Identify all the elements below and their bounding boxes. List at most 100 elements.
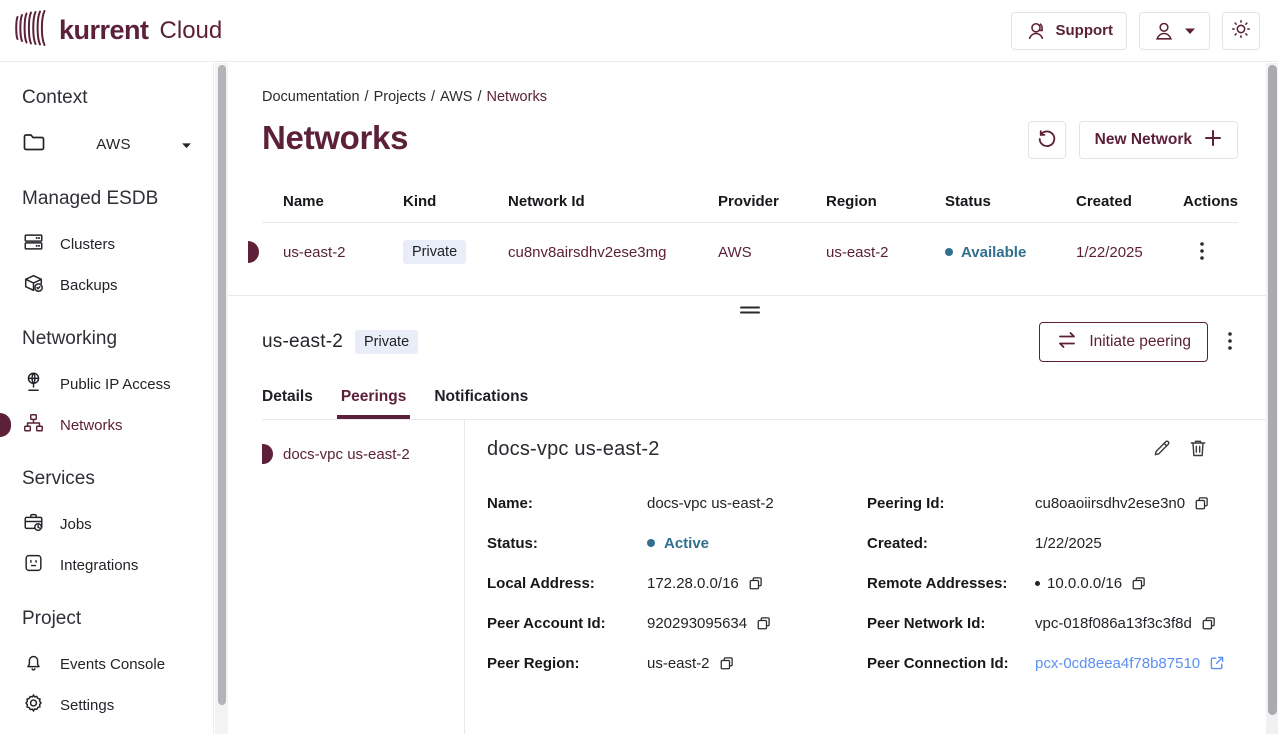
pencil-icon [1152, 446, 1172, 461]
peering-detail: docs-vpc us-east-2 [465, 420, 1238, 734]
field-label: Peer Region: [487, 643, 647, 683]
managed-esdb-section-title: Managed ESDB [22, 188, 213, 210]
row-name: us-east-2 [283, 244, 403, 261]
project-section-title: Project [22, 608, 213, 630]
selected-row-indicator [248, 241, 259, 263]
selected-peering-indicator [262, 444, 273, 464]
field-value-status: Active [664, 535, 709, 552]
copy-icon[interactable] [756, 616, 771, 631]
sidebar-item-integrations[interactable]: Integrations [22, 553, 213, 577]
breadcrumb-item[interactable]: AWS [440, 89, 473, 105]
panel-resize-handle[interactable] [262, 304, 1238, 316]
clusters-icon [22, 231, 45, 257]
new-network-button[interactable]: New Network [1079, 121, 1238, 159]
detail-title: us-east-2 [262, 331, 343, 353]
context-value: AWS [46, 136, 181, 153]
context-selector[interactable]: AWS [22, 131, 192, 158]
breadcrumb-item[interactable]: Documentation [262, 89, 360, 105]
peer-connection-link[interactable]: pcx-0cd8eea4f78b87510 [1035, 655, 1200, 672]
main-content: Documentation/Projects/AWS/Networks Netw… [228, 63, 1266, 734]
peering-list-item[interactable]: docs-vpc us-east-2 [262, 444, 464, 464]
col-actions: Actions [1183, 193, 1266, 210]
support-label: Support [1056, 22, 1114, 39]
sidebar-item-backups[interactable]: Backups [22, 273, 213, 297]
external-link-icon[interactable] [1209, 655, 1225, 671]
delete-peering-button[interactable] [1188, 438, 1208, 461]
refresh-button[interactable] [1028, 121, 1066, 159]
col-network-id: Network Id [508, 193, 718, 210]
row-network-id: cu8nv8airsdhv2ese3mg [508, 244, 718, 261]
networks-table: Name Kind Network Id Provider Region Sta… [262, 181, 1238, 281]
brand-logo[interactable]: kurrent Cloud [14, 9, 222, 52]
col-provider: Provider [718, 193, 826, 210]
integrations-icon [22, 552, 45, 578]
row-provider: AWS [718, 244, 826, 261]
sidebar-item-label: Settings [60, 697, 114, 714]
kebab-icon [1200, 248, 1204, 263]
tab-details[interactable]: Details [262, 388, 313, 419]
copy-icon[interactable] [1194, 496, 1209, 511]
row-actions-menu-button[interactable] [1194, 238, 1210, 267]
table-row[interactable]: us-east-2 Private cu8nv8airsdhv2ese3mg A… [262, 223, 1238, 281]
field-value-peering-id: cu8oaoiirsdhv2ese3n0 [1035, 495, 1185, 512]
user-icon [1153, 20, 1175, 42]
panel-divider [228, 295, 1266, 296]
page-title: Networks [262, 119, 408, 157]
breadcrumb: Documentation/Projects/AWS/Networks [262, 89, 1238, 105]
sidebar-item-networks[interactable]: Networks [22, 413, 213, 437]
headset-icon [1025, 20, 1047, 42]
breadcrumb-item[interactable]: Projects [374, 89, 426, 105]
initiate-peering-button[interactable]: Initiate peering [1039, 322, 1208, 362]
breadcrumb-current: Networks [487, 89, 547, 105]
sidebar-scrollbar[interactable] [215, 63, 228, 734]
status-text: Available [961, 244, 1026, 261]
sidebar-item-public-ip-access[interactable]: Public IP Access [22, 372, 213, 396]
services-section-title: Services [22, 468, 213, 490]
col-created: Created [1076, 193, 1183, 210]
detail-tabs: Details Peerings Notifications [262, 388, 1266, 420]
theme-toggle-button[interactable] [1222, 12, 1260, 50]
status-dot [945, 248, 953, 256]
detail-actions-menu-button[interactable] [1222, 328, 1238, 357]
new-network-label: New Network [1095, 131, 1192, 149]
field-label: Created: [867, 523, 1035, 563]
swap-arrows-icon [1056, 332, 1078, 353]
sidebar-scrollbar-thumb[interactable] [218, 65, 226, 705]
field-value-remote-addresses: 10.0.0.0/16 [1047, 575, 1122, 592]
field-value-created: 1/22/2025 [1035, 535, 1102, 552]
sidebar-item-clusters[interactable]: Clusters [22, 232, 213, 256]
account-menu-button[interactable] [1139, 12, 1210, 50]
field-label: Peer Account Id: [487, 603, 647, 643]
field-value-local-address: 172.28.0.0/16 [647, 575, 739, 592]
chevron-down-icon [1184, 27, 1196, 35]
sidebar-item-label: Events Console [60, 656, 165, 673]
sidebar-item-events-console[interactable]: Events Console [22, 652, 213, 676]
copy-icon[interactable] [1131, 576, 1146, 591]
sidebar-item-jobs[interactable]: Jobs [22, 512, 213, 536]
peering-list: docs-vpc us-east-2 [262, 420, 465, 734]
jobs-icon [22, 511, 45, 537]
list-bullet [1035, 581, 1040, 586]
status-dot [647, 539, 655, 547]
page-scrollbar[interactable] [1266, 63, 1278, 734]
refresh-icon [1036, 128, 1058, 153]
field-label: Remote Addresses: [867, 563, 1035, 603]
copy-icon[interactable] [719, 656, 734, 671]
copy-icon[interactable] [1201, 616, 1216, 631]
edit-peering-button[interactable] [1152, 438, 1172, 461]
field-value-peer-network-id: vpc-018f086a13f3c3f8d [1035, 615, 1192, 632]
backups-icon [22, 272, 45, 298]
trash-icon [1188, 446, 1208, 461]
copy-icon[interactable] [748, 576, 763, 591]
networking-section-title: Networking [22, 328, 213, 350]
active-indicator [0, 413, 11, 437]
sidebar-item-label: Public IP Access [60, 376, 171, 393]
support-button[interactable]: Support [1011, 12, 1128, 50]
tab-peerings[interactable]: Peerings [341, 388, 406, 419]
page-scrollbar-thumb[interactable] [1268, 65, 1277, 715]
peering-title: docs-vpc us-east-2 [487, 438, 660, 461]
sidebar-item-settings[interactable]: Settings [22, 693, 213, 717]
field-value-peer-region: us-east-2 [647, 655, 710, 672]
tab-notifications[interactable]: Notifications [434, 388, 528, 419]
brand-name: kurrent [59, 15, 149, 46]
